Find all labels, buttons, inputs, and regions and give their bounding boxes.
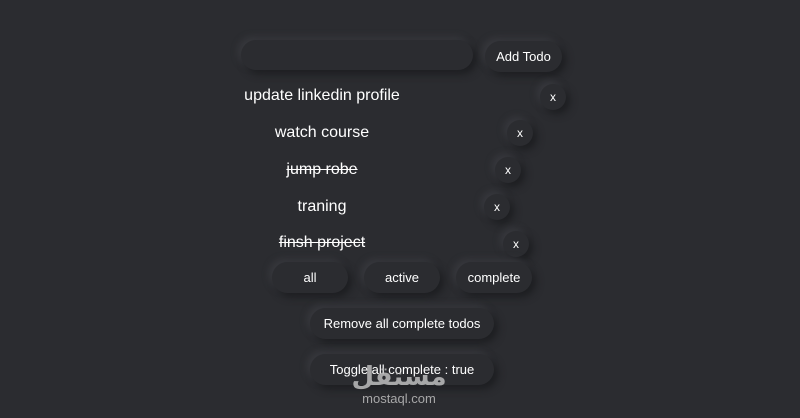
filter-active-button[interactable]: active — [364, 262, 440, 293]
watermark: مستقل mostaql.com — [351, 362, 447, 406]
delete-todo-button[interactable]: x — [484, 194, 510, 220]
todo-text[interactable]: jump robe — [286, 161, 357, 179]
delete-todo-button[interactable]: x — [495, 157, 521, 183]
todo-input[interactable] — [241, 40, 473, 70]
watermark-logo: مستقل — [351, 361, 447, 391]
todo-text[interactable]: traning — [298, 198, 347, 216]
delete-todo-button[interactable]: x — [503, 231, 529, 257]
todo-text[interactable]: finsh project — [279, 234, 365, 252]
todo-text[interactable]: watch course — [275, 124, 369, 142]
filter-all-button[interactable]: all — [272, 262, 348, 293]
delete-todo-button[interactable]: x — [540, 84, 566, 110]
remove-complete-button[interactable]: Remove all complete todos — [310, 308, 494, 339]
filter-complete-button[interactable]: complete — [456, 262, 532, 293]
add-todo-button[interactable]: Add Todo — [485, 41, 562, 72]
delete-todo-button[interactable]: x — [507, 120, 533, 146]
todo-text[interactable]: update linkedin profile — [244, 87, 400, 105]
watermark-domain: mostaql.com — [362, 391, 436, 406]
